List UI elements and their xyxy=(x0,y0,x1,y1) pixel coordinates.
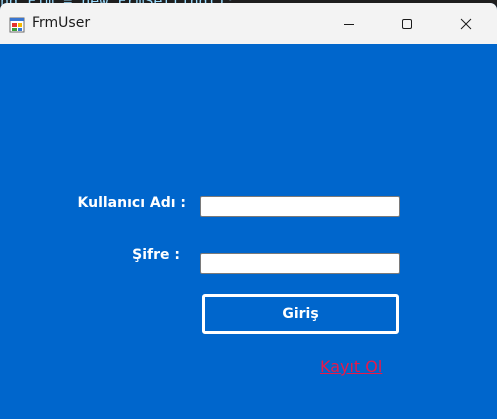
app-icon xyxy=(9,17,25,33)
register-link[interactable]: Kayıt Ol xyxy=(320,357,382,376)
login-button[interactable]: Giriş xyxy=(202,294,399,334)
login-button-label: Giriş xyxy=(282,306,319,322)
username-label: Kullanıcı Adı : xyxy=(77,195,186,211)
username-input[interactable] xyxy=(200,196,400,217)
title-bar[interactable]: FrmUser xyxy=(0,3,497,44)
window-title: FrmUser xyxy=(32,15,91,31)
maximize-button[interactable] xyxy=(384,3,430,44)
frmuser-window: FrmUser Kullanıcı Adı : Şifre : Giriş Ka… xyxy=(0,3,497,419)
close-button[interactable] xyxy=(443,3,489,44)
login-form: Kullanıcı Adı : Şifre : Giriş Kayıt Ol xyxy=(0,44,497,419)
minimize-icon xyxy=(344,23,354,25)
password-label: Şifre : xyxy=(132,247,180,263)
close-icon xyxy=(460,18,472,29)
password-input[interactable] xyxy=(200,253,400,274)
maximize-icon xyxy=(402,18,412,29)
minimize-button[interactable] xyxy=(326,3,372,44)
